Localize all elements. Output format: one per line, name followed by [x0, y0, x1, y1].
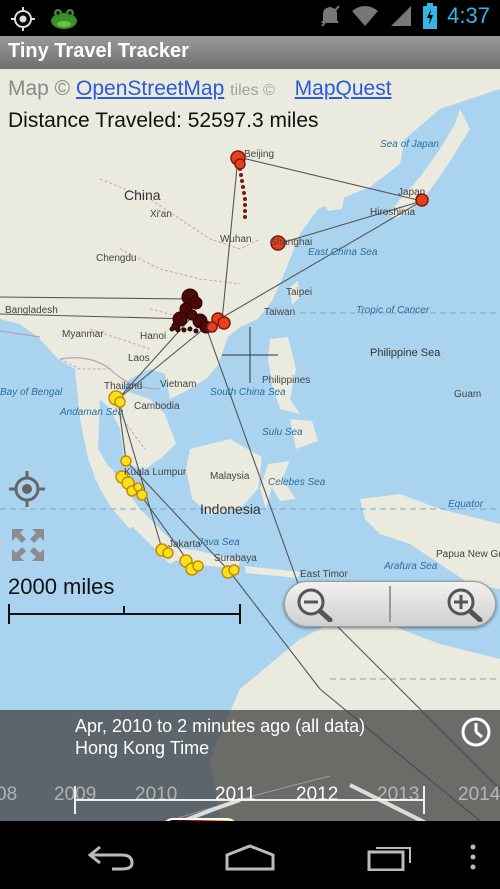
wifi-icon [352, 6, 379, 26]
label-hanoi: Hanoi [140, 331, 167, 342]
recents-icon[interactable] [366, 843, 416, 871]
label-celebes-sea: Celebes Sea [268, 477, 326, 488]
openstreetmap-link[interactable]: OpenStreetMap [76, 77, 224, 100]
label-south-china-sea: South China Sea [210, 387, 286, 398]
action-bar: Tiny Travel Tracker [0, 36, 500, 70]
label-thailand: Thailand [104, 381, 143, 392]
label-kuala-lumpur: Kuala Lumpur [124, 467, 187, 478]
label-east-china-sea: East China Sea [308, 247, 378, 258]
mute-icon [321, 5, 340, 27]
signal-icon [391, 6, 412, 26]
attribution-prefix: Map © [8, 77, 71, 100]
label-chengdu: Chengdu [96, 253, 137, 264]
clock-icon[interactable] [460, 716, 492, 748]
year-label-2013[interactable]: 2013 [377, 784, 419, 806]
gps-icon [11, 7, 35, 31]
status-time: 4:37 [447, 3, 490, 28]
label-jakarta: Jakarta [168, 539, 201, 550]
zoom-in-icon[interactable] [445, 586, 485, 622]
attribution-mid: tiles © [230, 82, 275, 99]
label-surabaya: Surabaya [214, 553, 257, 564]
fullscreen-icon[interactable] [10, 527, 46, 563]
label-taiwan: Taiwan [264, 307, 296, 318]
mapquest-link[interactable]: MapQuest [295, 77, 392, 100]
label-bangladesh: Bangladesh [5, 305, 58, 316]
back-icon[interactable] [86, 843, 136, 871]
year-label-2009[interactable]: 2009 [54, 784, 96, 806]
mylocation-icon[interactable] [8, 470, 46, 508]
label-laos: Laos [128, 353, 150, 364]
timeline-range-text: Apr, 2010 to 2 minutes ago (all data) [75, 716, 366, 736]
label-wuhan: Wuhan [220, 234, 252, 245]
scale-label: 2000 miles [8, 574, 115, 599]
label-taipei: Taipei [286, 287, 313, 298]
label-east-timor: East Timor [300, 569, 348, 580]
distance-traveled: Distance Traveled: 52597.3 miles [8, 109, 319, 132]
label-indonesia: Indonesia [200, 501, 261, 517]
map-attribution: Map © OpenStreetMap tiles © MapQuest [8, 77, 392, 101]
navigation-bar [0, 821, 500, 889]
label-myanmar: Myanmar [62, 329, 104, 340]
label-bay-of-bengal: Bay of Bengal [0, 387, 63, 398]
label-japan: Japan [398, 187, 426, 198]
battery-icon [423, 3, 438, 29]
zoom-divider [389, 586, 391, 622]
year-label-2014[interactable]: 2014 [458, 784, 500, 806]
map-scale: 2000 miles [8, 574, 243, 631]
year-label-2011[interactable]: 2011 [215, 784, 256, 806]
map-view[interactable]: Beijing China Shanghai Japan Sea of Japa… [0, 69, 500, 821]
year-label-2010[interactable]: 2010 [135, 784, 177, 806]
year-label-2012[interactable]: 2012 [296, 784, 338, 806]
label-arafura-sea: Arafura Sea [384, 561, 438, 572]
label-malaysia: Malaysia [210, 471, 250, 482]
status-bar: 4:37 [0, 0, 500, 36]
label-shanghai: Shanghai [270, 237, 313, 248]
label-beijing: Beijing [244, 149, 275, 160]
label-java-sea: Java Sea [198, 537, 240, 548]
label-guam: Guam [454, 389, 482, 400]
map-canvas [0, 69, 500, 821]
timeline-panel[interactable]: Apr, 2010 to 2 minutes ago (all data) Ho… [0, 710, 500, 821]
label-tropic-cancer: Tropic of Cancer [356, 305, 430, 316]
timeline-timezone: Hong Kong Time [75, 738, 210, 758]
label-philippines: Philippines [262, 375, 311, 386]
label-cambodia: Cambodia [134, 401, 180, 412]
label-xian: Xi'an [150, 209, 172, 220]
menu-icon[interactable] [468, 843, 478, 871]
zoom-out-icon[interactable] [295, 586, 335, 622]
label-sulu-sea: Sulu Sea [262, 427, 303, 438]
zoom-controls [284, 581, 496, 627]
label-vietnam: Vietnam [160, 379, 197, 390]
label-andaman-sea: Andaman Sea [60, 407, 124, 418]
app-title: Tiny Travel Tracker [8, 40, 189, 62]
label-equator: Equator [448, 499, 484, 510]
frog-app-icon [51, 9, 77, 29]
label-papua-new-guinea: Papua New Guinea [436, 549, 500, 560]
label-hiroshima: Hiroshima [370, 207, 416, 218]
scale-bar [8, 604, 241, 624]
home-icon[interactable] [224, 843, 276, 871]
year-label-08[interactable]: 08 [0, 784, 17, 806]
lesser-sunda [245, 566, 300, 578]
label-philippine-sea: Philippine Sea [370, 347, 441, 359]
label-china: China [124, 187, 161, 203]
label-sea-of-japan: Sea of Japan [380, 139, 439, 150]
